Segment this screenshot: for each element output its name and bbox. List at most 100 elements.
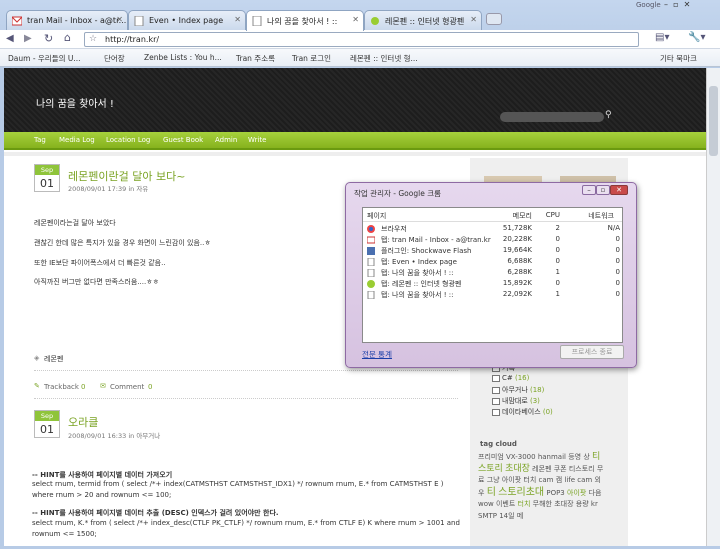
tab-even[interactable]: Even • Index page ✕: [128, 10, 246, 30]
post-title[interactable]: 오라클: [68, 414, 98, 430]
nav-write[interactable]: Write: [248, 136, 266, 144]
close-icon[interactable]: ✕: [234, 15, 241, 24]
column-header[interactable]: 페이지: [367, 211, 386, 221]
category-item[interactable]: C# (16): [492, 374, 529, 382]
vertical-scrollbar[interactable]: [706, 68, 720, 546]
row-cpu: 1: [555, 290, 560, 298]
category-item[interactable]: 아무거나 (18): [492, 385, 544, 395]
tag-link[interactable]: 이벤트: [496, 500, 515, 508]
tag-link[interactable]: 다음: [589, 489, 602, 497]
tag-link[interactable]: hanmail: [538, 453, 566, 461]
tag-link[interactable]: 무해한: [533, 500, 552, 508]
tag-link[interactable]: life cam: [564, 476, 592, 484]
post-line: select rnum, termid from ( select /*+ in…: [32, 480, 444, 488]
tag-link[interactable]: 레몬펜: [532, 465, 551, 473]
home-icon[interactable]: ⌂: [64, 31, 71, 44]
tag-link[interactable]: 초대장: [505, 464, 530, 474]
bookmark-words[interactable]: 단어장: [104, 53, 125, 64]
tag-link[interactable]: 터치: [523, 476, 536, 484]
bookmark-lemonpen[interactable]: 레몬펜 :: 인터넷 형...: [350, 53, 418, 64]
comment-link[interactable]: Comment: [110, 383, 144, 391]
row-network: 0: [615, 257, 620, 265]
post-line: select rnum, K.* from ( select /*+ index…: [32, 519, 460, 527]
tag-link[interactable]: kr: [591, 500, 598, 508]
tag-link[interactable]: 등영: [568, 453, 581, 461]
window-controls[interactable]: – ▫ ✕: [664, 0, 718, 10]
bookmark-zenbe[interactable]: Zenbe Lists : You h...: [144, 53, 222, 62]
tag-link[interactable]: 초대장: [554, 500, 573, 508]
category-item[interactable]: 내맘대로 (3): [492, 396, 540, 406]
tag-link[interactable]: SMTP: [478, 512, 497, 520]
tag-link[interactable]: 쿠폰: [554, 465, 567, 473]
wrench-icon[interactable]: 🔧▾: [688, 32, 705, 43]
scroll-thumb[interactable]: [709, 86, 718, 156]
table-row[interactable]: 탭: tran Mail - Inbox - a@tran.kr 20,228K 0…: [363, 235, 622, 245]
post-line: where rnum > 20 and rownum <= 100;: [32, 491, 172, 499]
close-icon[interactable]: ✕: [470, 15, 477, 24]
table-row[interactable]: 탭: Even • Index page 6,688K 0 0: [363, 257, 622, 267]
tag-link[interactable]: 프리미엄: [478, 453, 504, 461]
tag-link[interactable]: cam: [539, 476, 554, 484]
blog-title[interactable]: 나의 꿈을 찾아서 !: [36, 95, 114, 110]
nav-media-log[interactable]: Media Log: [59, 136, 95, 144]
back-icon[interactable]: ◀: [6, 33, 14, 44]
tab-label: 나의 꿈을 찾아서 ! ::: [267, 17, 338, 26]
bookmark-daum[interactable]: Daum - 우리들의 U...: [8, 53, 81, 64]
new-tab-button[interactable]: [486, 13, 502, 25]
trackback-link[interactable]: Trackback: [44, 383, 79, 391]
maximize-button[interactable]: ▫: [596, 185, 610, 195]
nav-location-log[interactable]: Location Log: [106, 136, 150, 144]
tag-link[interactable]: 용량: [576, 500, 589, 508]
bookmark-tran-login[interactable]: Tran 로그인: [292, 53, 331, 64]
table-row[interactable]: 플러그인: Shockwave Flash 19,664K 0 0: [363, 246, 622, 256]
nav-tag[interactable]: Tag: [34, 136, 46, 144]
tab-gmail[interactable]: tran Mail - Inbox - a@tr... ✕: [6, 10, 128, 30]
star-icon[interactable]: ☆: [89, 34, 97, 44]
bookmark-tran-address[interactable]: Tran 주소록: [236, 53, 275, 64]
table-row[interactable]: 탭: 나의 꿈을 찾아서 ! :: 6,288K 1 0: [363, 268, 622, 278]
stats-link[interactable]: 전문 통계: [362, 349, 392, 360]
tag-link[interactable]: 티: [487, 487, 496, 498]
search-icon[interactable]: ⚲: [605, 110, 612, 120]
column-header[interactable]: CPU: [546, 211, 560, 219]
address-bar[interactable]: ☆ http://tran.kr/: [84, 32, 639, 47]
close-button[interactable]: ✕: [610, 185, 628, 195]
tag-link[interactable]: 아이팟: [567, 489, 586, 497]
other-bookmarks[interactable]: 기타 북마크: [660, 53, 697, 64]
nav-guest-book[interactable]: Guest Book: [163, 136, 203, 144]
close-icon[interactable]: ✕: [116, 15, 123, 24]
column-header[interactable]: 네트워크: [588, 211, 614, 221]
tag-link[interactable]: 메: [517, 512, 523, 520]
minimize-button[interactable]: –: [582, 185, 596, 195]
tag-link[interactable]: 14일: [499, 512, 514, 520]
post-title[interactable]: 레몬펜이란걸 달아 보다~: [68, 168, 185, 184]
category-item[interactable]: 데이타베이스 (0): [492, 407, 553, 417]
table-row[interactable]: 브라우저 51,728K 2 N/A: [363, 224, 622, 234]
tab-label: tran Mail - Inbox - a@tr...: [27, 16, 127, 25]
tag-link[interactable]: POP3: [546, 489, 564, 497]
tab-lemonpen[interactable]: 레몬펜 :: 인터넷 형광펜 ✕: [364, 10, 482, 30]
page-menu-icon[interactable]: ▤▾: [655, 32, 669, 43]
table-row[interactable]: 탭: 레몬펜 :: 인터넷 형광펜 15,892K 0 0: [363, 279, 622, 289]
reload-icon[interactable]: ↻: [44, 32, 53, 45]
close-icon[interactable]: ✕: [352, 15, 359, 24]
end-process-button[interactable]: 프로세스 종료: [560, 345, 624, 359]
tag-link[interactable]: 캠: [556, 476, 562, 484]
search-input[interactable]: [500, 112, 604, 122]
page-icon: [367, 258, 375, 266]
trackback-icon: ✎: [34, 382, 40, 390]
table-row[interactable]: 탭: 나의 꿈을 찾아서 ! :: 22,092K 1 0: [363, 290, 622, 300]
tag-link[interactable]: 그냥: [487, 476, 500, 484]
post-tag[interactable]: 레몬펜: [44, 354, 63, 364]
nav-admin[interactable]: Admin: [215, 136, 237, 144]
tag-link[interactable]: 상: [583, 453, 589, 461]
forward-icon[interactable]: ▶: [24, 33, 32, 44]
tag-link[interactable]: 스토리초대: [498, 487, 544, 498]
tab-blog[interactable]: 나의 꿈을 찾아서 ! :: ✕: [246, 10, 364, 31]
column-header[interactable]: 메모리: [513, 211, 532, 221]
tag-link[interactable]: 티스토리: [569, 465, 595, 473]
tag-link[interactable]: VX-3000: [506, 453, 536, 461]
tag-link[interactable]: wow: [478, 500, 494, 508]
tag-link[interactable]: 아이팟: [502, 476, 521, 484]
tag-link[interactable]: 터치: [518, 500, 531, 508]
